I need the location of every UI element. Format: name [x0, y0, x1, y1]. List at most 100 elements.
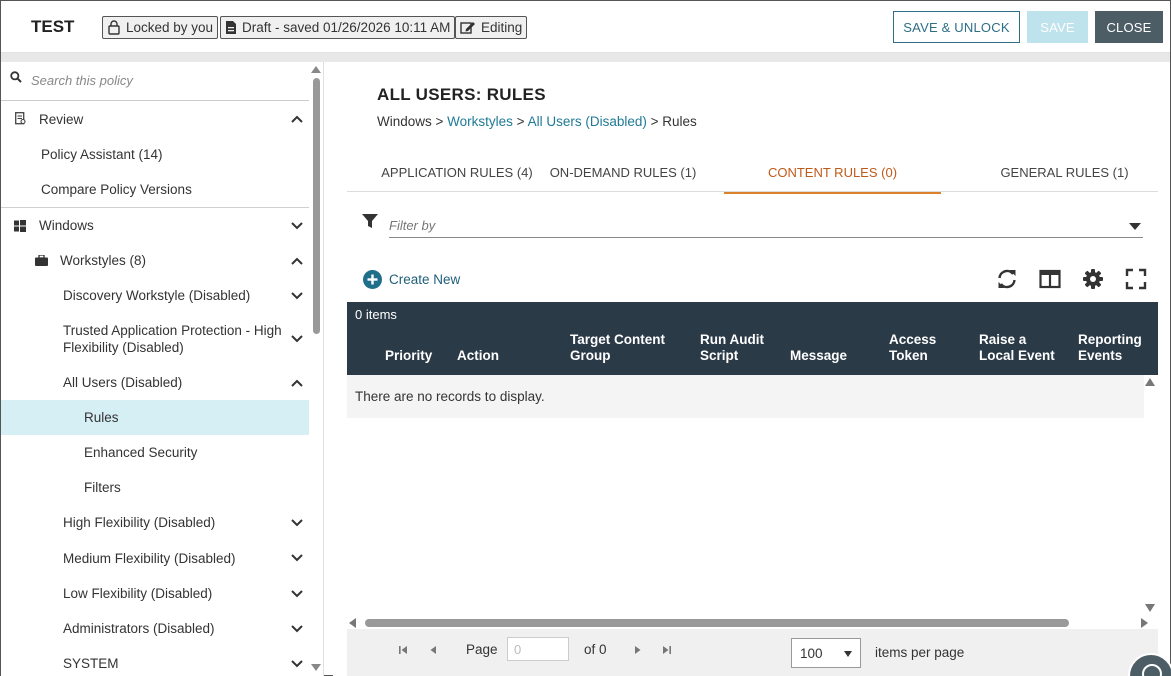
sidebar-scroll-thumb[interactable] [313, 78, 320, 334]
chevron-down-icon [844, 651, 852, 657]
grid-hscroll-thumb[interactable] [365, 619, 1069, 627]
sidebar-search[interactable]: Search this policy [1, 62, 309, 101]
tab-application-rules[interactable]: APPLICATION RULES (4) [375, 152, 539, 192]
chevron-up-icon[interactable] [291, 115, 303, 123]
filter-input[interactable]: Filter by [389, 213, 1143, 238]
column-header-target-content-group[interactable]: Target Content Group [570, 332, 680, 364]
first-page-icon[interactable] [398, 645, 408, 655]
column-header-raise-local-event[interactable]: Raise a Local Event [979, 332, 1063, 364]
sidebar-item-filters[interactable]: Filters [1, 470, 309, 505]
breadcrumb: Windows > Workstyles > All Users (Disabl… [377, 114, 697, 129]
chevron-down-icon[interactable] [291, 335, 303, 343]
filter-icon [362, 214, 378, 228]
sidebar-scrollbar[interactable] [311, 62, 323, 676]
draft-badge: Draft - saved 01/26/2026 10:11 AM [220, 16, 456, 39]
page-size-select[interactable]: 100 [791, 638, 861, 668]
sidebar-item-review[interactable]: Review [1, 101, 309, 137]
empty-message: There are no records to display. [355, 389, 545, 404]
sidebar-item-label: Trusted Application Protection - High Fl… [63, 323, 282, 355]
scroll-right-icon[interactable] [1141, 618, 1148, 628]
close-button[interactable]: CLOSE [1095, 11, 1163, 43]
tab-general-rules[interactable]: GENERAL RULES (1) [977, 152, 1152, 192]
chevron-down-icon[interactable] [291, 624, 303, 633]
page-title: ALL USERS: RULES [377, 85, 546, 104]
sidebar-item-label: Administrators (Disabled) [63, 621, 215, 636]
gear-icon[interactable] [1082, 268, 1104, 290]
chevron-down-icon[interactable] [291, 518, 303, 527]
scroll-left-icon[interactable] [349, 618, 356, 628]
column-header-message[interactable]: Message [790, 348, 847, 364]
sidebar-item-label: Enhanced Security [84, 445, 198, 460]
sidebar-item-high-flexibility[interactable]: High Flexibility (Disabled) [1, 505, 309, 540]
editing-label: Editing [481, 20, 523, 35]
sidebar-item-trusted-app-protection[interactable]: Trusted Application Protection - High Fl… [1, 313, 309, 365]
create-new-button[interactable]: Create New [363, 270, 460, 289]
scroll-up-icon[interactable] [311, 66, 321, 73]
chevron-down-icon[interactable] [291, 589, 303, 598]
sidebar-item-compare-versions[interactable]: Compare Policy Versions [1, 172, 309, 207]
search-input[interactable]: Search this policy [31, 73, 133, 88]
briefcase-icon [35, 255, 48, 266]
column-header-run-audit-script[interactable]: Run Audit Script [700, 332, 772, 364]
fullscreen-icon[interactable] [1125, 268, 1147, 290]
column-header-access-token[interactable]: Access Token [889, 332, 949, 364]
tab-on-demand-rules[interactable]: ON-DEMAND RULES (1) [547, 152, 699, 192]
next-page-icon[interactable] [633, 645, 643, 655]
filter-dropdown-icon[interactable] [1129, 223, 1141, 230]
sidebar-item-label: Review [39, 111, 84, 127]
column-header-action[interactable]: Action [457, 348, 499, 364]
chevron-up-icon[interactable] [291, 379, 303, 387]
save-button[interactable]: SAVE [1027, 11, 1088, 43]
grid-scroll-up-icon[interactable] [1145, 378, 1155, 386]
last-page-icon[interactable] [662, 645, 672, 655]
previous-page-icon[interactable] [428, 645, 438, 655]
top-bar: TEST Locked by you Draft - saved 01/26/2… [1, 1, 1170, 53]
rules-tabs: APPLICATION RULES (4) ON-DEMAND RULES (1… [347, 152, 1158, 194]
policy-title: TEST [31, 17, 75, 36]
empty-message-row: There are no records to display. [347, 375, 1144, 418]
sidebar-item-policy-assistant[interactable]: Policy Assistant (14) [1, 137, 309, 172]
filter-bar: Filter by [359, 209, 1145, 239]
chevron-down-icon[interactable] [291, 291, 303, 300]
breadcrumb-separator: > [512, 114, 528, 129]
sidebar-item-rules[interactable]: Rules [1, 400, 309, 435]
grid-scroll-down-icon[interactable] [1145, 604, 1155, 612]
column-header-reporting-events[interactable]: Reporting Events [1078, 332, 1156, 364]
sidebar-item-all-users[interactable]: All Users (Disabled) [1, 365, 309, 400]
save-unlock-button[interactable]: SAVE & UNLOCK [893, 11, 1020, 43]
scroll-down-icon[interactable] [311, 664, 321, 671]
refresh-icon[interactable] [996, 268, 1018, 290]
sidebar-item-windows[interactable]: Windows [1, 207, 309, 243]
breadcrumb-all-users-link[interactable]: All Users (Disabled) [528, 114, 647, 129]
tab-content-rules[interactable]: CONTENT RULES (0) [724, 152, 941, 194]
breadcrumb-workstyles-link[interactable]: Workstyles [447, 114, 513, 129]
sidebar-item-system[interactable]: SYSTEM [1, 646, 309, 676]
sidebar-item-label: Low Flexibility (Disabled) [63, 586, 213, 601]
sidebar-item-enhanced-security[interactable]: Enhanced Security [1, 435, 309, 470]
sidebar-item-label: All Users (Disabled) [63, 375, 183, 390]
sidebar-item-discovery-workstyle[interactable]: Discovery Workstyle (Disabled) [1, 278, 309, 313]
page-number-input[interactable]: 0 [507, 637, 569, 661]
breadcrumb-root: Windows [377, 114, 432, 129]
page-size-value: 100 [800, 646, 823, 661]
column-header-priority[interactable]: Priority [385, 348, 432, 364]
sidebar-item-workstyles[interactable]: Workstyles (8) [1, 243, 309, 278]
chevron-down-icon[interactable] [291, 554, 303, 562]
chevron-down-icon[interactable] [291, 221, 303, 230]
breadcrumb-current: Rules [662, 114, 697, 129]
columns-icon[interactable] [1039, 268, 1061, 290]
plus-circle-icon [363, 270, 382, 289]
sidebar-item-low-flexibility[interactable]: Low Flexibility (Disabled) [1, 576, 309, 611]
sidebar-item-label: SYSTEM [63, 656, 119, 671]
grid-horizontal-scrollbar[interactable] [349, 617, 1148, 629]
sidebar-item-administrators[interactable]: Administrators (Disabled) [1, 611, 309, 646]
sidebar-item-label: High Flexibility (Disabled) [63, 515, 216, 530]
breadcrumb-separator: > [646, 114, 663, 129]
edit-icon [460, 22, 475, 34]
chevron-up-icon[interactable] [291, 257, 303, 265]
main-content: ALL USERS: RULES Windows > Workstyles > … [333, 62, 1170, 676]
sidebar-item-medium-flexibility[interactable]: Medium Flexibility (Disabled) [1, 540, 309, 576]
chevron-down-icon[interactable] [291, 659, 303, 668]
header-divider [1, 53, 1170, 62]
page-label: Page [466, 642, 498, 657]
